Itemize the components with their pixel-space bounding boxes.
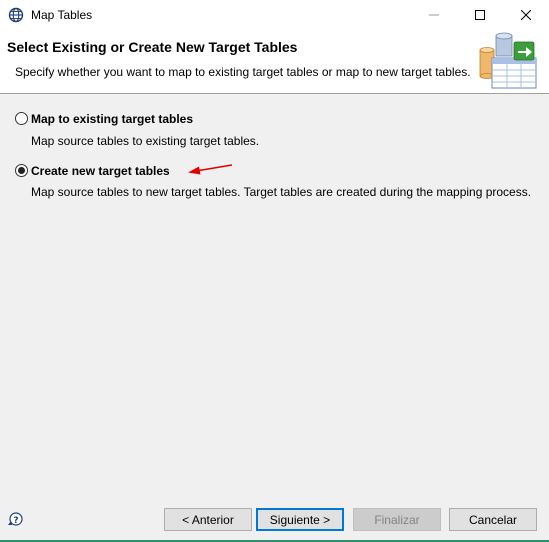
back-button[interactable]: < Anterior [164,508,252,531]
minimize-button[interactable] [411,0,457,30]
red-arrow-icon [188,164,233,175]
cancel-button[interactable]: Cancelar [449,508,537,531]
existing-tables-radio[interactable] [15,112,28,125]
page-description: Specify whether you want to map to exist… [15,65,471,79]
maximize-button[interactable] [457,0,503,30]
finish-button[interactable]: Finalizar [353,508,441,531]
globe-icon [8,7,24,23]
maximize-icon [475,10,485,20]
close-icon [521,10,531,20]
window-title: Map Tables [31,8,93,22]
existing-tables-label[interactable]: Map to existing target tables [31,112,193,126]
new-tables-radio[interactable] [15,164,28,177]
minimize-icon [429,14,439,16]
database-tables-graphic [479,32,537,89]
close-button[interactable] [503,0,549,30]
existing-tables-description: Map source tables to existing target tab… [31,134,260,148]
wizard-header: Select Existing or Create New Target Tab… [0,30,549,94]
help-icon[interactable]: ? [7,511,23,527]
new-tables-label[interactable]: Create new target tables [31,164,170,178]
title-bar[interactable]: Map Tables [0,0,549,30]
svg-text:?: ? [13,516,18,526]
next-button[interactable]: Siguiente > [256,508,344,531]
map-tables-dialog: Map Tables Select Existing or Create New… [0,0,549,542]
page-title: Select Existing or Create New Target Tab… [7,39,298,55]
new-tables-description: Map source tables to new target tables. … [31,185,532,199]
